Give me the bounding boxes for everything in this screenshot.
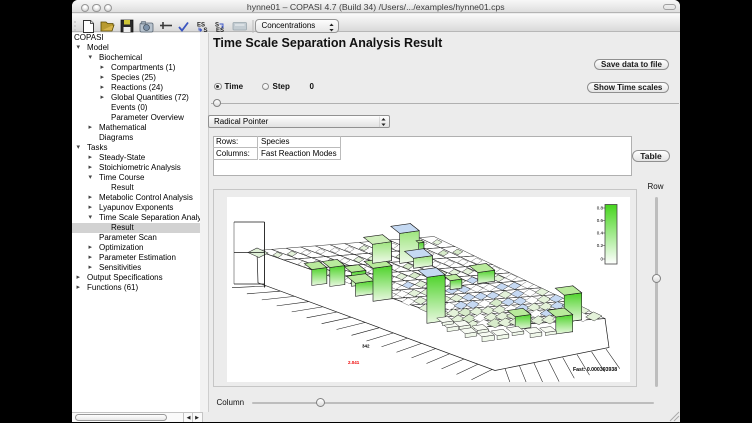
svg-text:0.4: 0.4: [597, 230, 604, 235]
svg-text:0.6: 0.6: [597, 218, 604, 223]
svg-text:Fast: 0.000393938: Fast: 0.000393938: [573, 367, 617, 373]
svg-text:2.041: 2.041: [348, 360, 360, 365]
svg-text:0.2: 0.2: [597, 243, 604, 248]
svg-text:0.8: 0.8: [597, 205, 604, 210]
svg-text:342: 342: [362, 343, 370, 348]
